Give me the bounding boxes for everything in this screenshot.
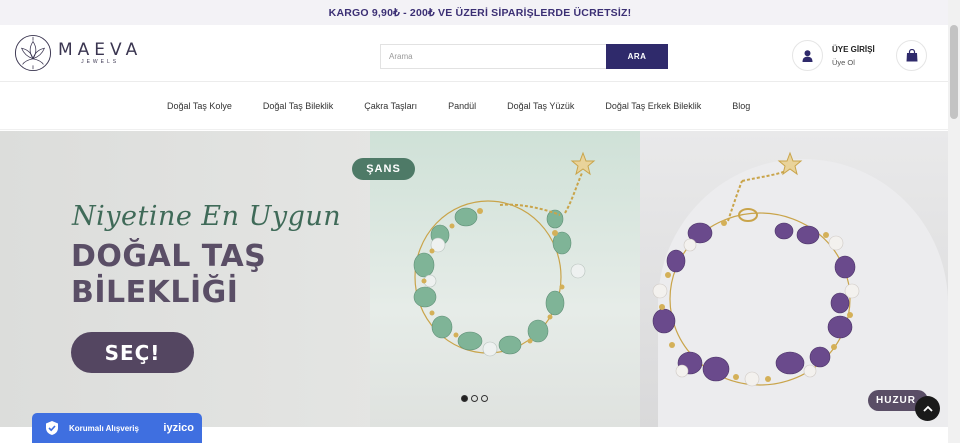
- hero-headline-line2: BİLEKLİĞİ: [71, 275, 239, 310]
- logo[interactable]: MAEVA JEWELS: [14, 34, 142, 72]
- slider-dot-3[interactable]: [481, 395, 488, 402]
- green-bracelet: [413, 151, 596, 357]
- lotus-logo-icon: [14, 34, 52, 72]
- main-nav: Doğal Taş Kolye Doğal Taş Bileklik Çakra…: [0, 82, 960, 130]
- slider-dot-1[interactable]: [461, 395, 468, 402]
- scroll-to-top-button[interactable]: [915, 396, 940, 421]
- nav-item-erkek-bileklik[interactable]: Doğal Taş Erkek Bileklik: [605, 101, 701, 111]
- cart-button[interactable]: [896, 40, 927, 71]
- page: KARGO 9,90₺ - 200₺ VE ÜZERİ SİPARİŞLERDE…: [0, 0, 960, 443]
- logo-subtitle: JEWELS: [81, 58, 120, 65]
- nav-item-cakra[interactable]: Çakra Taşları: [364, 101, 417, 111]
- shopping-bag-icon: [906, 49, 917, 62]
- nav-item-pandul[interactable]: Pandül: [448, 101, 476, 111]
- site-header: MAEVA JEWELS ARA ÜYE GİRİŞİ Üye Ol: [0, 25, 960, 82]
- slider-dot-2[interactable]: [471, 395, 478, 402]
- purple-bracelet: [652, 151, 860, 387]
- hero-headline-line1: DOĞAL TAŞ: [71, 239, 267, 274]
- user-button[interactable]: [792, 40, 823, 71]
- nav-item-blog[interactable]: Blog: [732, 101, 750, 111]
- trust-badge-brand: iyzico: [163, 422, 194, 434]
- nav-item-bileklik[interactable]: Doğal Taş Bileklik: [263, 101, 333, 111]
- search-button[interactable]: ARA: [606, 44, 668, 69]
- logo-text: MAEVA JEWELS: [58, 41, 142, 66]
- announcement-bar: KARGO 9,90₺ - 200₺ VE ÜZERİ SİPARİŞLERDE…: [0, 0, 960, 25]
- tag-sans: ŞANS: [352, 158, 415, 180]
- search-input[interactable]: [380, 44, 606, 69]
- register-label[interactable]: Üye Ol: [832, 57, 875, 68]
- announcement-text: KARGO 9,90₺ - 200₺ VE ÜZERİ SİPARİŞLERDE…: [328, 6, 632, 19]
- hero-headline: DOĞAL TAŞ BİLEKLİĞİ: [71, 239, 266, 311]
- user-icon: [802, 49, 813, 62]
- chevron-up-icon: [922, 405, 933, 412]
- account-link[interactable]: ÜYE GİRİŞİ Üye Ol: [792, 40, 875, 71]
- hero-cta-button[interactable]: SEÇ!: [71, 332, 194, 373]
- page-scrollbar[interactable]: [948, 0, 960, 443]
- hero-script-text: Niyetine En Uygun: [72, 201, 342, 232]
- trust-badge-label: Korumalı Alışveriş: [69, 423, 139, 433]
- trust-badge[interactable]: Korumalı Alışveriş iyzico: [32, 413, 202, 443]
- hero-banner[interactable]: Niyetine En Uygun DOĞAL TAŞ BİLEKLİĞİ SE…: [0, 131, 948, 427]
- logo-name: MAEVA: [58, 39, 143, 60]
- search-form: ARA: [380, 44, 668, 69]
- account-text: ÜYE GİRİŞİ Üye Ol: [832, 44, 875, 68]
- nav-item-kolye[interactable]: Doğal Taş Kolye: [167, 101, 232, 111]
- nav-item-yuzuk[interactable]: Doğal Taş Yüzük: [507, 101, 574, 111]
- scrollbar-thumb[interactable]: [950, 25, 958, 119]
- login-label[interactable]: ÜYE GİRİŞİ: [832, 44, 875, 55]
- shield-check-icon: [46, 421, 58, 435]
- slider-dots: [461, 395, 488, 402]
